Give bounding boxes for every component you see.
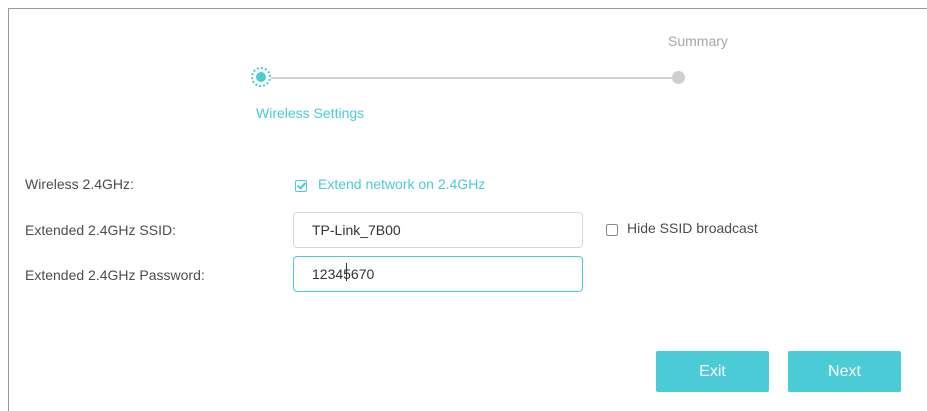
ssid-label: Extended 2.4GHz SSID: xyxy=(25,222,176,238)
progress-track xyxy=(262,77,680,79)
hide-ssid-label[interactable]: Hide SSID broadcast xyxy=(627,220,758,236)
next-button[interactable]: Next xyxy=(788,351,901,392)
text-caret xyxy=(346,263,347,281)
step-label-wireless-settings: Wireless Settings xyxy=(256,105,365,121)
exit-button[interactable]: Exit xyxy=(656,351,769,392)
ssid-input[interactable] xyxy=(293,212,583,248)
step-indicator-summary xyxy=(672,71,685,84)
wireless-24-label: Wireless 2.4GHz: xyxy=(25,176,134,192)
password-label: Extended 2.4GHz Password: xyxy=(25,267,205,283)
extend-network-label[interactable]: Extend network on 2.4GHz xyxy=(318,176,485,192)
password-input[interactable] xyxy=(293,256,583,292)
step-indicator-current xyxy=(251,67,271,87)
extend-network-checkbox[interactable] xyxy=(295,180,307,192)
hide-ssid-checkbox[interactable] xyxy=(606,224,618,236)
step-label-summary: Summary xyxy=(668,33,728,49)
